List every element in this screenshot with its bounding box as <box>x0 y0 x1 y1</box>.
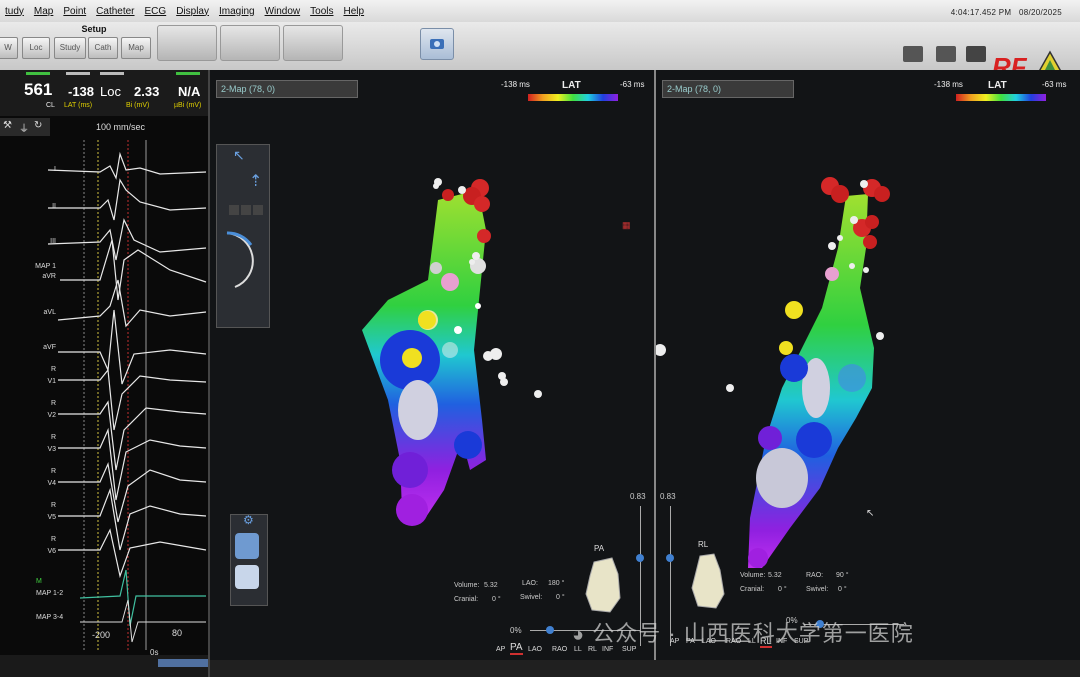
cranial-label-left: Cranial: <box>454 596 479 603</box>
watermark-text: 公众号 · 山西医科大学第一医院 <box>592 621 914 646</box>
rao-value: 90 ° <box>836 572 849 579</box>
setup-button-map[interactable]: Map <box>121 37 151 59</box>
setup-button-w[interactable]: W <box>0 37 18 59</box>
clock-time: 4:04:17.452 PM <box>950 8 1012 17</box>
lao-label: LAO: <box>522 580 538 587</box>
volume-label-left: Volume: <box>454 582 480 589</box>
heart-orientation-icon-right[interactable] <box>688 550 728 612</box>
cl-value: 561 <box>24 80 53 99</box>
clock: 4:04:17.452 PM 08/20/2025 <box>951 8 1062 17</box>
volume-label-right: Volume: <box>740 572 766 579</box>
setup-button-cath[interactable]: Cath <box>88 37 118 59</box>
ecg-traces <box>47 140 207 650</box>
lat-value: -138 <box>68 84 95 99</box>
camera-button[interactable] <box>420 28 454 60</box>
ubi-value: N/A <box>178 84 201 99</box>
view-pa-left[interactable]: PA <box>510 642 523 655</box>
camera-icon <box>430 39 444 49</box>
cl-label: CL <box>46 102 55 109</box>
swivel-value-right: 0 ° <box>838 586 847 593</box>
volume-value-right: 5.32 <box>768 572 782 579</box>
cranial-value-left: 0 ° <box>492 596 501 603</box>
menu-display[interactable]: Display <box>171 6 214 17</box>
toolbar-button-2[interactable] <box>220 25 280 61</box>
view-rao-left[interactable]: RAO <box>552 646 567 653</box>
swivel-label-left: Swivel: <box>520 594 543 601</box>
lat-label: LAT (ms) <box>64 102 93 109</box>
lao-value: 180 ° <box>548 580 565 587</box>
ubi-label: µBi (mV) <box>174 102 202 109</box>
mouse-cursor-icon: ↖ <box>866 508 875 519</box>
setup-button-study[interactable]: Study <box>54 37 86 59</box>
opacity-value-a: 0.83 <box>630 492 646 501</box>
wechat-icon: ◕ <box>572 624 586 646</box>
clock-date: 08/20/2025 <box>1018 8 1062 17</box>
bi-label: Bi (mV) <box>126 102 150 109</box>
setup-button-loc[interactable]: Loc <box>22 37 50 59</box>
rao-label: RAO: <box>806 572 824 579</box>
orientation-label-right: RL <box>698 540 709 549</box>
menu-help[interactable]: Help <box>339 6 370 17</box>
menu-ecg[interactable]: ECG <box>140 6 172 17</box>
heart-orientation-icon-left[interactable] <box>584 554 624 616</box>
cranial-label-right: Cranial: <box>740 586 765 593</box>
volume-value-left: 5.32 <box>484 582 498 589</box>
menu-window[interactable]: Window <box>260 6 306 17</box>
toolbar-button-3[interactable] <box>283 25 343 61</box>
monitor-icon[interactable] <box>903 46 923 62</box>
cranial-value-right: 0 ° <box>778 586 787 593</box>
swivel-value-left: 0 ° <box>556 594 565 601</box>
menu-catheter[interactable]: Catheter <box>91 6 139 17</box>
printer-icon[interactable] <box>936 46 956 62</box>
toolbar: Setup W Loc Study Cath Map RF <box>0 22 1080 85</box>
view-ap-left[interactable]: AP <box>496 646 505 653</box>
watermark: ◕ 公众号 · 山西医科大学第一医院 <box>572 616 914 648</box>
setup-title: Setup <box>81 24 107 34</box>
heart-icon[interactable] <box>966 46 986 62</box>
swivel-label-right: Swivel: <box>806 586 829 593</box>
view-lao-left[interactable]: LAO <box>528 646 542 653</box>
map-view-right[interactable]: 2-Map (78, 0) -138 ms LAT -63 ms 0.83 ↖ … <box>656 70 1080 660</box>
menu-map[interactable]: Map <box>29 6 58 17</box>
percent-left: 0% <box>510 626 522 635</box>
loc-value: Loc <box>100 84 121 99</box>
map-view-left[interactable]: 2-Map (78, 0) -138 ms LAT -63 ms ↖ ⇡ ⚙ ▦ <box>210 70 654 660</box>
ecg-scrollbar[interactable] <box>0 655 208 677</box>
menu-point[interactable]: Point <box>58 6 91 17</box>
menu-bar: tudy Map Point Catheter ECG Display Imag… <box>0 0 1080 22</box>
bottom-bar <box>210 660 1080 677</box>
toolbar-button-1[interactable] <box>157 25 217 61</box>
menu-tools[interactable]: Tools <box>305 6 338 17</box>
orientation-label-left: PA <box>594 544 605 553</box>
menu-imaging[interactable]: Imaging <box>214 6 260 17</box>
menu-study[interactable]: tudy <box>0 6 29 17</box>
stats-bar: 561 CL -138 LAT (ms) Loc 2.33 Bi (mV) N/… <box>0 70 208 116</box>
bi-value: 2.33 <box>134 84 160 99</box>
